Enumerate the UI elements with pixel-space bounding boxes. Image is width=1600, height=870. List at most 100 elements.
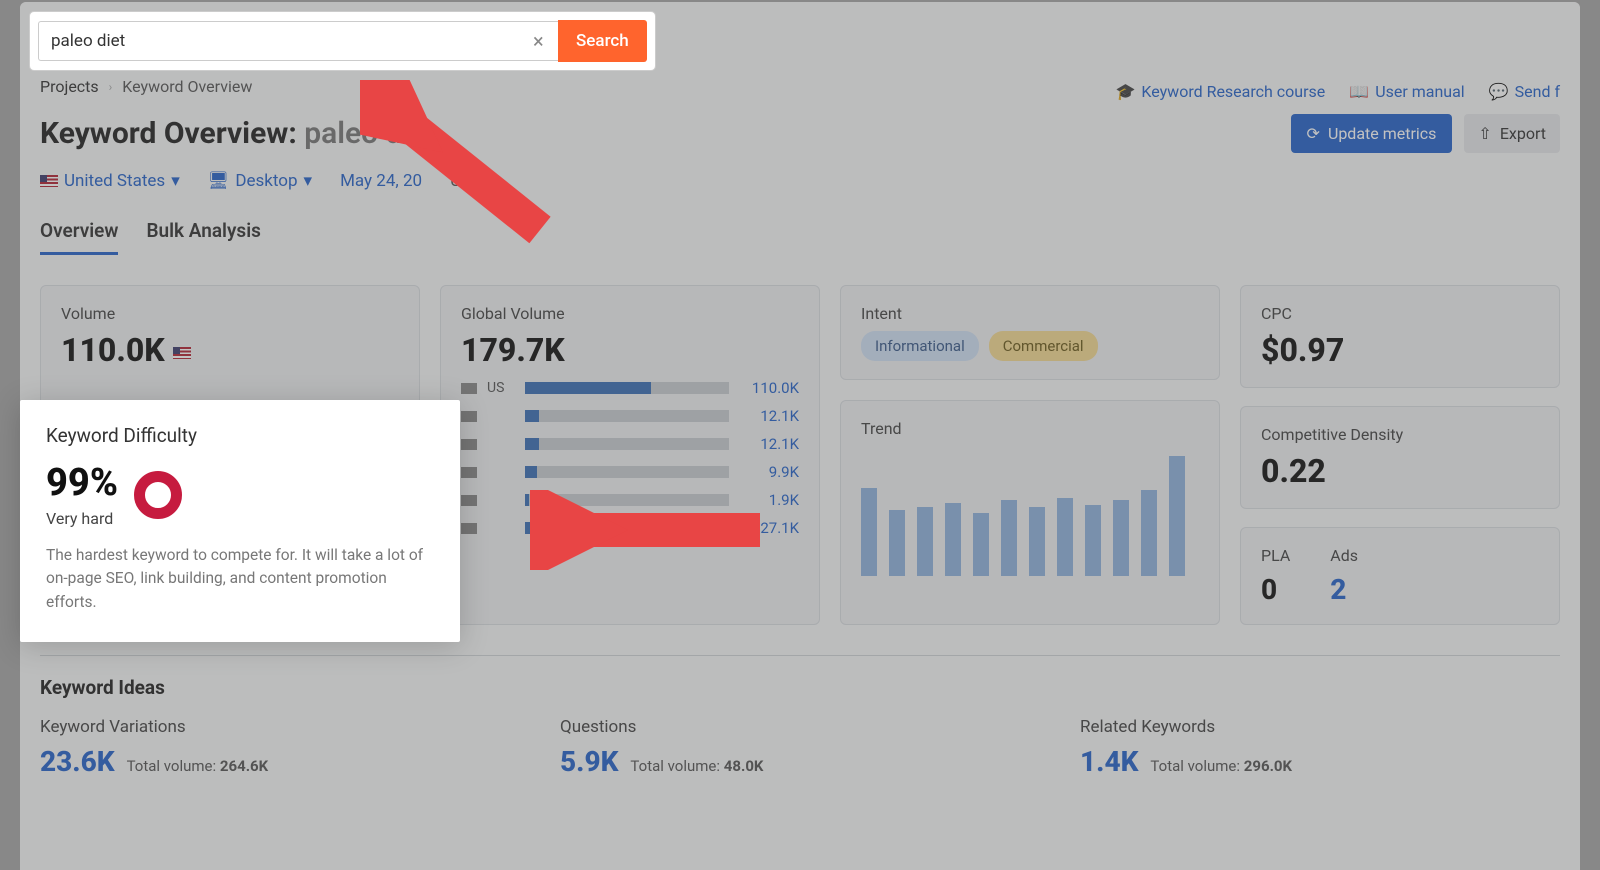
card-trend: Trend [840,400,1220,625]
country-volume[interactable]: 9.9K [739,463,799,481]
pla-value: 0 [1261,573,1290,606]
kd-donut-icon [134,471,182,519]
intent-label: Intent [861,304,1199,323]
filter-currency: USD [450,171,482,191]
questions-value[interactable]: 5.9K [560,745,618,778]
density-value: 0.22 [1261,452,1539,490]
global-volume-row: 1.9K [461,491,799,509]
volume-bar [525,466,729,478]
country-flag-icon [461,383,477,394]
book-icon: 📖 [1349,82,1369,101]
variations-label: Keyword Variations [40,717,520,737]
kd-level: Very hard [46,509,118,528]
trend-bar [1169,456,1185,576]
country-flag-icon [461,495,477,506]
card-cpc: CPC $0.97 [1240,285,1560,388]
country-volume[interactable]: 1.9K [739,491,799,509]
volume-bar [525,494,729,506]
trend-label: Trend [861,419,1199,438]
us-flag-icon [40,175,58,187]
country-volume[interactable]: 110.0K [739,379,799,397]
us-flag-icon [173,347,191,359]
update-metrics-button[interactable]: ⟳ Update metrics [1291,114,1453,153]
country-flag-icon [461,411,477,422]
card-pla-ads: PLA 0 Ads 2 [1240,527,1560,625]
global-volume-row: 9.9K [461,463,799,481]
grad-cap-icon: 🎓 [1115,82,1135,101]
search-input[interactable] [38,21,558,61]
kd-title: Keyword Difficulty [46,424,434,447]
clear-icon[interactable]: × [533,29,544,53]
questions-sub: Total volume: 48.0K [630,757,763,775]
related-label: Related Keywords [1080,717,1560,737]
country-volume[interactable]: 27.1K [739,519,799,537]
page-title: Keyword Overview: paleo diet [40,116,437,151]
tab-bulk-analysis[interactable]: Bulk Analysis [146,219,260,255]
country-volume[interactable]: 12.1K [739,435,799,453]
trend-bar [1085,505,1101,576]
variations-sub: Total volume: 264.6K [127,757,269,775]
cpc-value: $0.97 [1261,331,1539,369]
global-volume-row: US 110.0K [461,379,799,397]
country-volume[interactable]: 12.1K [739,407,799,425]
density-label: Competitive Density [1261,425,1539,444]
trend-bar [1057,498,1073,576]
global-volume-row: 12.1K [461,435,799,453]
idea-questions: Questions 5.9K Total volume: 48.0K [560,717,1040,778]
filter-date[interactable]: May 24, 20 [340,171,422,191]
volume-bar [525,522,729,534]
volume-bar [525,410,729,422]
kd-percent: 99% [46,461,118,505]
tab-overview[interactable]: Overview [40,219,118,255]
volume-bar [525,382,729,394]
trend-bar [1029,507,1045,576]
related-sub: Total volume: 296.0K [1150,757,1292,775]
volume-value: 110.0K [61,331,165,369]
trend-bar [1001,500,1017,576]
export-button[interactable]: ⇧ Export [1464,114,1560,153]
cpc-label: CPC [1261,304,1539,323]
upload-icon: ⇧ [1478,124,1491,143]
link-manual[interactable]: 📖User manual [1349,82,1464,101]
variations-value[interactable]: 23.6K [40,745,115,778]
chevron-down-icon: ▾ [171,171,180,191]
pla-label: PLA [1261,546,1290,565]
keyword-difficulty-popup: Keyword Difficulty 99% Very hard The har… [20,400,460,642]
country-code: US [487,380,515,396]
chevron-down-icon: ▾ [304,171,313,191]
ads-value[interactable]: 2 [1330,573,1358,606]
volume-bar [525,438,729,450]
card-intent: Intent Informational Commercial [840,285,1220,380]
search-button[interactable]: Search [558,20,647,62]
keyword-ideas-title: Keyword Ideas [40,676,1560,699]
card-global-volume: Global Volume 179.7K US 110.0K 12.1K 12.… [440,285,820,625]
global-volume-row: 12.1K [461,407,799,425]
desktop-icon: 🖥 [208,171,230,191]
country-flag-icon [461,467,477,478]
ads-label: Ads [1330,546,1358,565]
global-volume-value: 179.7K [461,331,799,369]
link-course[interactable]: 🎓Keyword Research course [1115,82,1325,101]
search-bar: × Search [30,12,655,70]
trend-bar [973,513,989,576]
idea-variations: Keyword Variations 23.6K Total volume: 2… [40,717,520,778]
questions-label: Questions [560,717,1040,737]
link-feedback[interactable]: 💬Send f [1489,82,1560,101]
breadcrumb-root[interactable]: Projects [40,77,99,96]
idea-related: Related Keywords 1.4K Total volume: 296.… [1080,717,1560,778]
card-competitive-density: Competitive Density 0.22 [1240,406,1560,509]
trend-bar [861,488,877,576]
trend-bar [889,510,905,576]
chat-icon: 💬 [1489,82,1509,101]
related-value[interactable]: 1.4K [1080,745,1138,778]
volume-label: Volume [61,304,399,323]
trend-bar [917,507,933,576]
filter-device[interactable]: 🖥Desktop ▾ [208,171,312,191]
intent-pill-informational: Informational [861,331,979,361]
trend-bar [1141,490,1157,576]
trend-bar [1113,500,1129,576]
filter-country[interactable]: United States ▾ [40,171,180,191]
intent-pill-commercial: Commercial [989,331,1098,361]
refresh-icon: ⟳ [1307,124,1320,143]
trend-bar [945,503,961,576]
